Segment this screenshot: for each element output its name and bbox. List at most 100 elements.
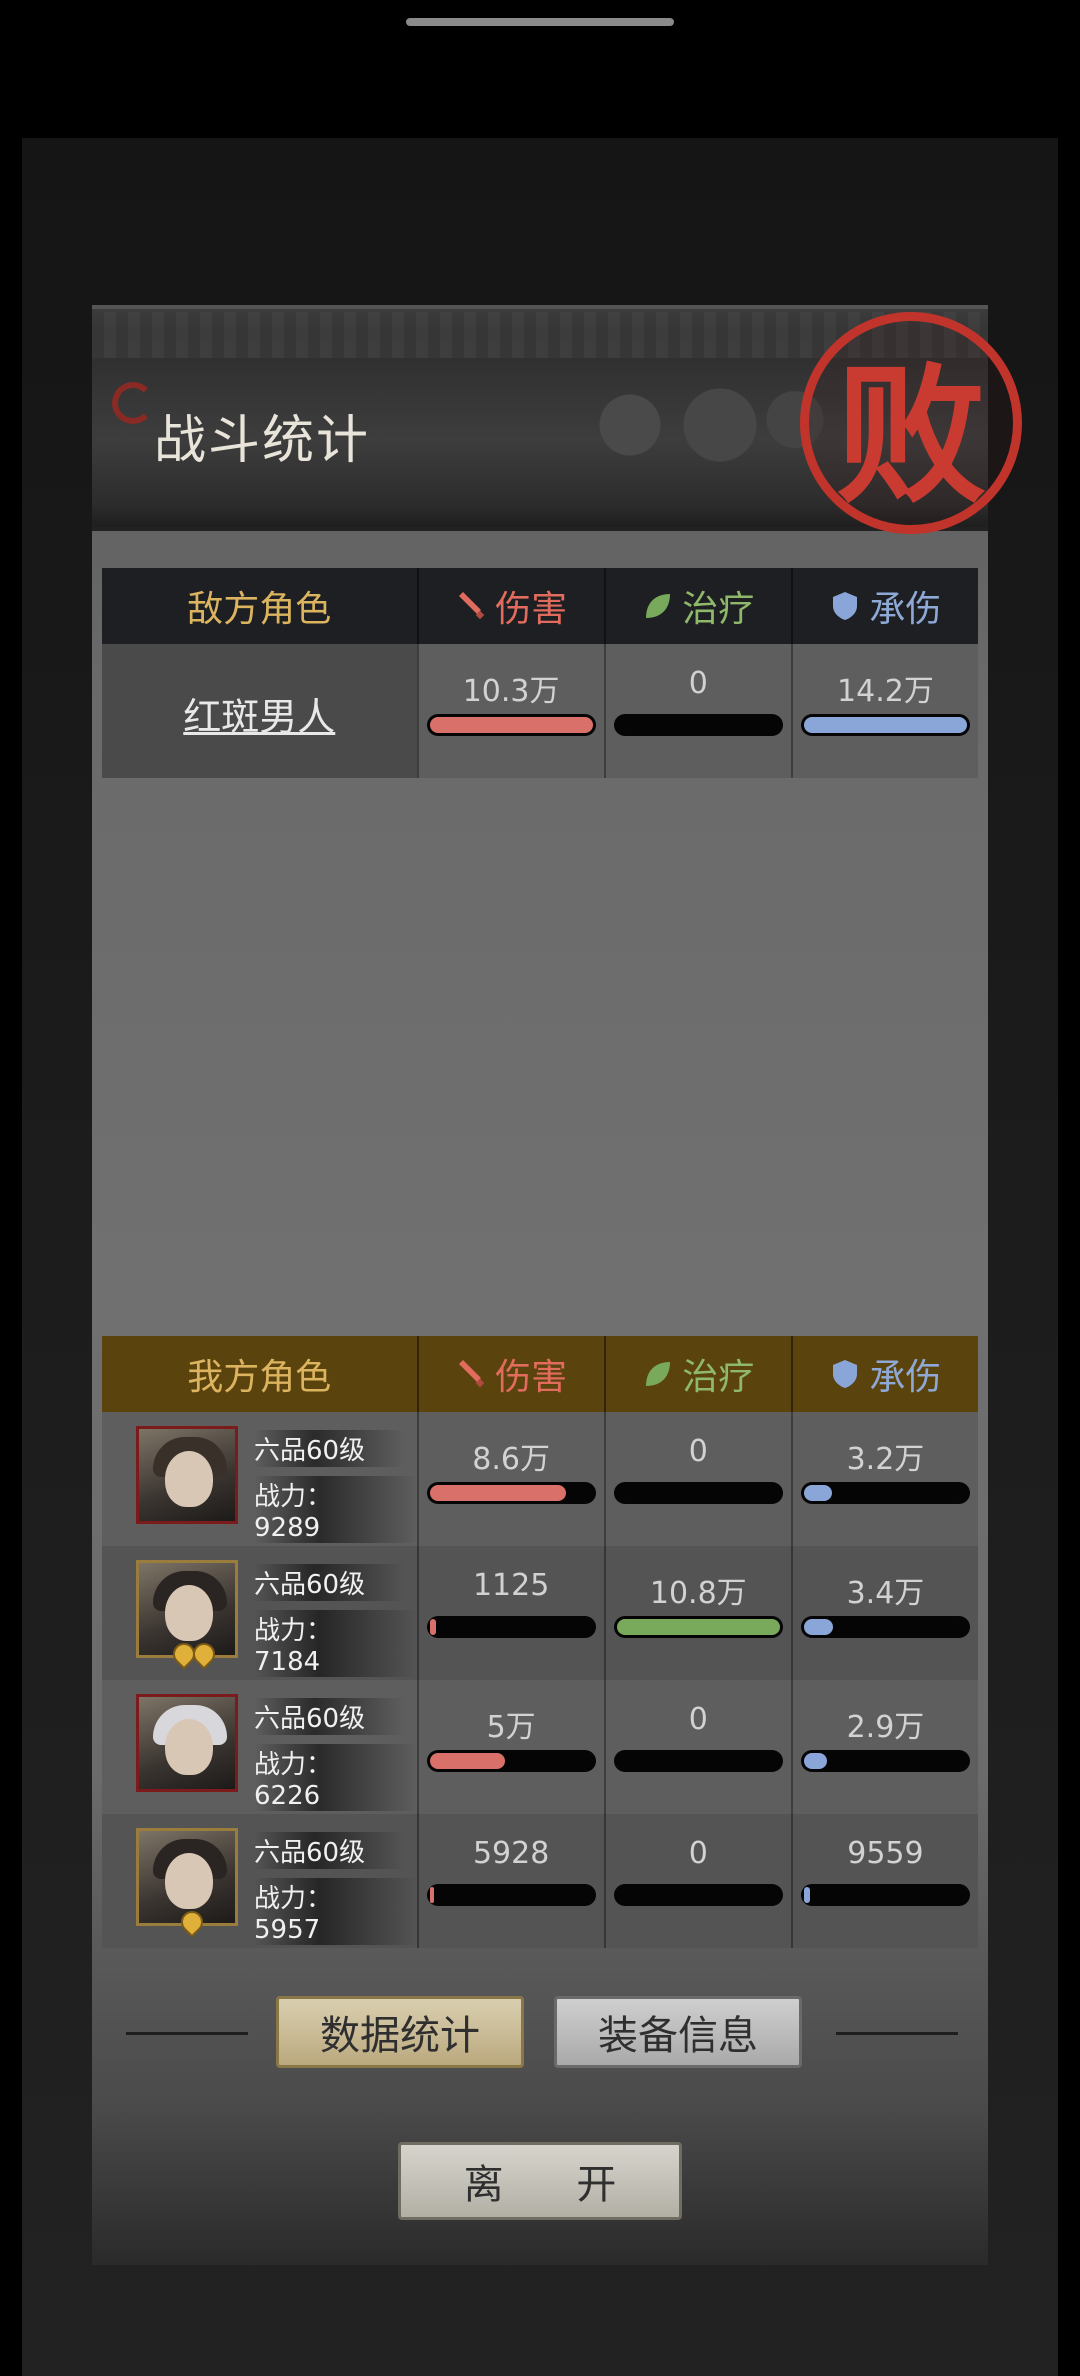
character-rank: 六品60级 [254,1698,406,1735]
tank-header-label: 承伤 [869,589,942,630]
sword-icon [459,1360,485,1388]
tank-bar [800,1750,971,1772]
damage-cell: 5928 [416,1814,604,1948]
damage-bar [426,1616,596,1638]
shield-icon [833,1360,858,1388]
tank-bar-fill [803,717,968,733]
ally-info-cell: 六品60级 战力：9289 [102,1412,417,1546]
ally-row[interactable]: 六品60级 战力：6226 5万 0 2.9万 [102,1680,978,1814]
enemy-name[interactable]: 红斑男人 [102,686,417,741]
character-portrait[interactable] [136,1560,238,1670]
sword-icon [459,592,485,620]
swirl-icon [112,382,154,424]
shield-icon [833,592,858,620]
character-rank: 六品60级 [254,1564,406,1601]
divider-left [126,2032,248,2035]
equipment-info-tab[interactable]: 装备信息 [554,1996,802,2068]
damage-value: 5万 [486,1710,536,1745]
heal-header-label: 治疗 [682,1357,755,1398]
tank-bar [800,1884,971,1906]
damage-bar-fill [429,1485,566,1501]
flame-icon [188,1638,220,1670]
tank-bar-fill [803,1887,810,1903]
heal-value: 10.8万 [649,1576,747,1611]
heal-value: 0 [688,1836,708,1871]
leaf-icon [646,1362,671,1386]
character-rank: 六品60级 [254,1430,406,1467]
damage-cell: 8.6万 [416,1412,604,1546]
damage-cell: 5万 [416,1680,604,1814]
panel-title: 战斗统计 [154,411,371,471]
damage-value: 10.3万 [462,674,560,709]
heal-bar [613,1616,783,1638]
heal-value: 0 [688,1434,708,1469]
enemy-section-label: 敌方角色 [187,589,332,630]
enemy-row[interactable]: 红斑男人 10.3万 0 14.2万 [102,644,978,778]
heal-bar-fill [616,1619,780,1635]
ally-row[interactable]: 六品60级 战力：9289 8.6万 0 3.2万 [102,1412,978,1546]
damage-value: 8.6万 [472,1442,550,1477]
tank-value: 3.4万 [846,1576,925,1611]
character-portrait[interactable] [136,1694,238,1792]
tank-header-label: 承伤 [869,1357,942,1398]
tank-value: 9559 [847,1836,924,1871]
tank-cell: 14.2万 [790,644,978,778]
cloud-ornament [540,370,840,480]
damage-bar [426,1750,596,1772]
character-rank: 六品60级 [254,1832,406,1869]
tank-bar-fill [803,1485,832,1501]
enemy-section: 敌方角色 伤害 治疗 承伤 红斑男人 10.3万 0 14.2万 [102,568,978,778]
damage-bar-fill [429,1887,434,1903]
heal-cell: 0 [603,1680,791,1814]
defeat-seal: 败 [800,312,1022,534]
ally-info-cell: 六品60级 战力：5957 [102,1814,417,1948]
ally-row[interactable]: 六品60级 战力：7184 1125 10.8万 3.4万 [102,1546,978,1680]
heal-value: 0 [688,1702,708,1737]
heal-header: 治疗 [603,568,791,644]
heal-value: 0 [688,666,708,701]
damage-value: 1125 [472,1568,550,1603]
character-power: 战力：7184 [254,1610,417,1677]
damage-bar [426,1482,596,1504]
tank-cell: 9559 [790,1814,978,1948]
divider-right [836,2032,958,2035]
tank-cell: 2.9万 [790,1680,978,1814]
tank-value: 14.2万 [837,674,934,709]
ally-header: 我方角色 伤害 治疗 承伤 [102,1336,978,1412]
tank-bar-fill [803,1619,834,1635]
ally-info-cell: 六品60级 战力：7184 [102,1546,417,1680]
ally-row[interactable]: 六品60级 战力：5957 5928 0 9559 [102,1814,978,1948]
heal-bar [613,1750,783,1772]
data-stats-tab[interactable]: 数据统计 [276,1996,524,2068]
heal-bar [613,1482,783,1504]
damage-bar-fill [429,717,593,733]
tank-header: 承伤 [790,568,978,644]
damage-cell: 10.3万 [416,644,604,778]
tank-cell: 3.2万 [790,1412,978,1546]
tank-value: 3.2万 [846,1442,925,1477]
heal-cell: 0 [603,644,791,778]
tank-bar [800,1482,971,1504]
tank-header: 承伤 [790,1336,978,1412]
leave-button[interactable]: 离 开 [398,2142,682,2220]
character-portrait[interactable] [136,1426,238,1524]
home-indicator[interactable] [406,18,674,26]
heal-bar [613,1884,783,1906]
character-portrait[interactable] [136,1828,238,1938]
tank-bar [800,714,971,736]
ally-info-cell: 六品60级 战力：6226 [102,1680,417,1814]
damage-bar-fill [429,1619,436,1635]
tank-bar [800,1616,971,1638]
damage-header-label: 伤害 [495,589,568,630]
heal-cell: 0 [603,1814,791,1948]
damage-bar [426,714,596,736]
damage-value: 5928 [472,1836,550,1871]
heal-bar [613,714,783,736]
damage-header: 伤害 [416,1336,604,1412]
flame-icon [176,1906,208,1938]
tank-value: 2.9万 [846,1710,925,1745]
character-power: 战力：6226 [254,1744,417,1811]
damage-bar [426,1884,596,1906]
heal-header: 治疗 [603,1336,791,1412]
character-power: 战力：5957 [254,1878,417,1945]
